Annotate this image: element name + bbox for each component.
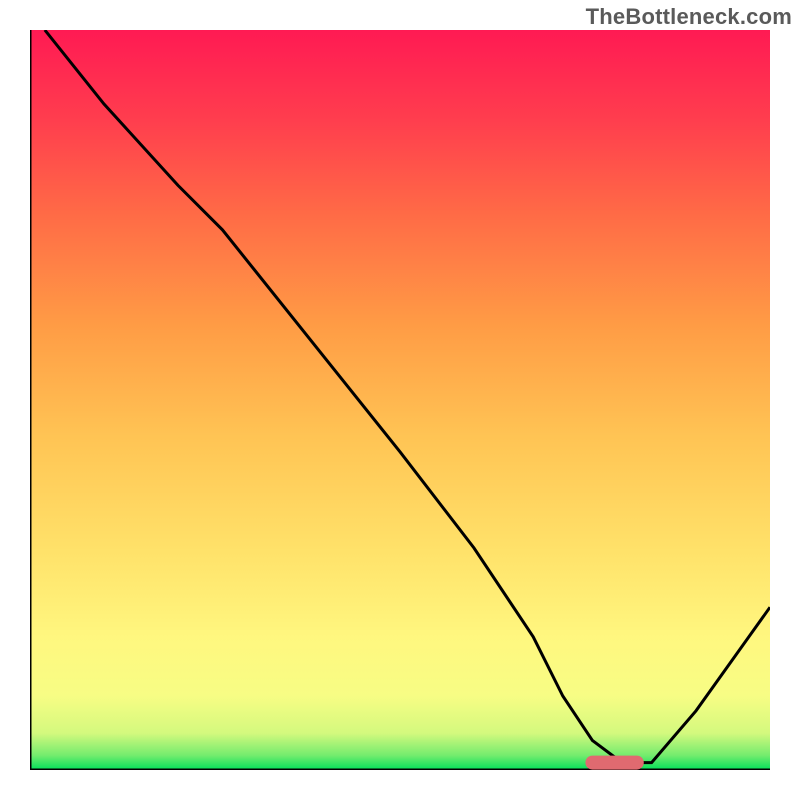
- bottleneck-chart: [30, 30, 770, 770]
- watermark-text: TheBottleneck.com: [586, 4, 792, 30]
- chart-container: TheBottleneck.com: [0, 0, 800, 800]
- plot-background: [30, 30, 770, 770]
